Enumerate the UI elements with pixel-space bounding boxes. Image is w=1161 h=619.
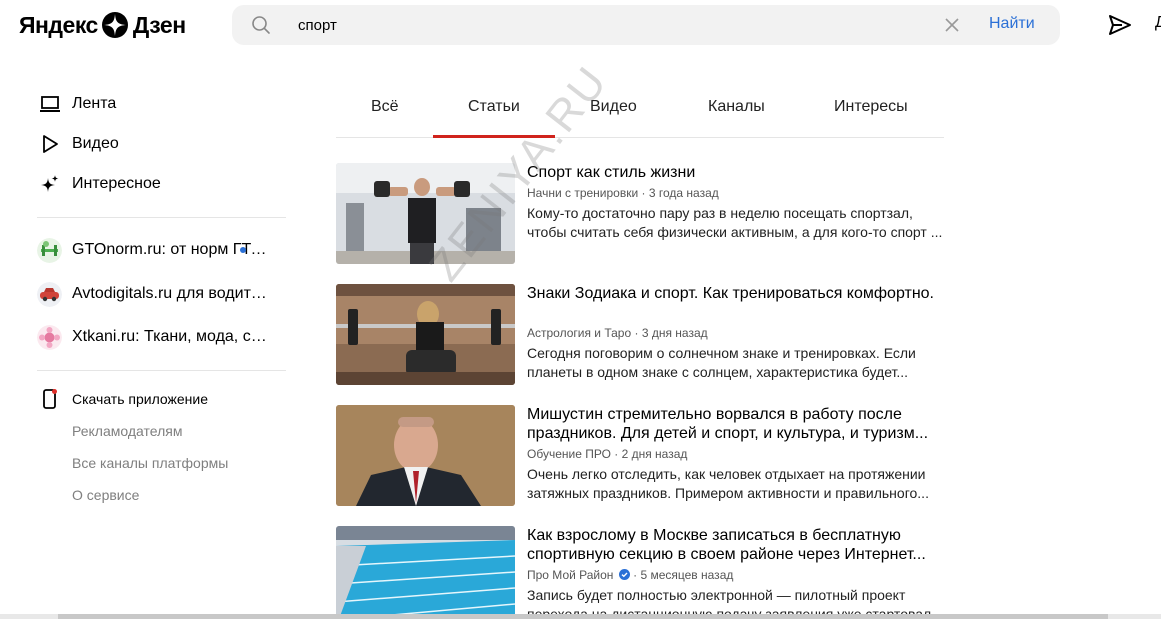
all-channels-link[interactable]: Все каналы платформы — [72, 455, 228, 471]
article-title[interactable]: Мишустин стремительно ворвался в работу … — [527, 405, 947, 443]
article-source[interactable]: Астрология и Таро — [527, 326, 631, 340]
article-thumbnail — [336, 163, 515, 264]
sidebar-channel-xtkani[interactable]: Xtkani.ru: Ткани, мода, стиль — [37, 324, 287, 350]
article-description: Кому-то достаточно пару раз в неделю пос… — [527, 205, 943, 240]
article-source[interactable]: Про Мой Район — [527, 568, 613, 582]
meta-separator: · — [638, 186, 649, 200]
article-source[interactable]: Начни с тренировки — [527, 186, 638, 200]
article-card[interactable]: Спорт как стиль жизни Начни с тренировки… — [336, 163, 946, 265]
article-meta: Обучение ПРО · 2 дня назад — [527, 447, 687, 461]
clear-search-icon[interactable] — [942, 15, 962, 35]
about-service-link[interactable]: О сервисе — [72, 487, 139, 503]
sidebar-item-label: Лента — [72, 95, 117, 112]
article-thumbnail — [336, 405, 515, 506]
sidebar-channel-avtodigitals[interactable]: Avtodigitals.ru для водителей — [37, 281, 287, 307]
tab-interests[interactable]: Интересы — [834, 98, 908, 116]
tab-channels[interactable]: Каналы — [708, 98, 765, 116]
sidebar-channel-gtonorm[interactable]: GTOnorm.ru: от норм ГТО... — [37, 237, 287, 263]
article-title[interactable]: Знаки Зодиака и спорт. Как тренироваться… — [527, 284, 947, 303]
header-cut-off-text: Д — [1155, 14, 1161, 31]
logo-text-right: Дзен — [132, 11, 186, 38]
search-input[interactable] — [298, 13, 918, 37]
meta-separator: · — [610, 447, 622, 461]
advertisers-link[interactable]: Рекламодателям — [72, 423, 182, 439]
article-meta: Астрология и Таро · 3 дня назад — [527, 326, 708, 340]
search-button[interactable]: Найти — [989, 15, 1035, 33]
feed-icon — [39, 93, 61, 115]
channel-avatar — [37, 324, 62, 350]
phone-icon — [43, 389, 57, 409]
article-meta: Про Мой Район · 5 месяцев назад — [527, 568, 733, 582]
article-time: 5 месяцев назад — [640, 568, 734, 582]
active-tab-indicator — [433, 135, 555, 138]
tab-articles[interactable]: Статьи — [468, 98, 520, 116]
article-description: Очень легко отследить, как человек отдых… — [527, 466, 929, 501]
sidebar-item-label: Видео — [72, 135, 119, 152]
sidebar-item-video[interactable]: Видео — [39, 132, 119, 156]
zen-logo-icon — [101, 12, 128, 38]
article-meta: Начни с тренировки · 3 года назад — [527, 186, 719, 200]
article-source[interactable]: Обучение ПРО — [527, 447, 611, 461]
scrollbar-thumb[interactable] — [58, 614, 1108, 619]
sidebar-item-label: Интересное — [72, 175, 161, 192]
yandex-zen-logo[interactable]: Яндекс Дзен — [19, 11, 186, 39]
article-description: Сегодня поговорим о солнечном знаке и тр… — [527, 345, 916, 380]
channel-label: Avtodigitals.ru для водителей — [72, 285, 270, 302]
meta-separator: · — [631, 326, 642, 340]
sparkle-icon — [39, 173, 61, 195]
article-thumbnail — [336, 526, 515, 619]
article-card[interactable]: Знаки Зодиака и спорт. Как тренироваться… — [336, 284, 946, 386]
article-thumbnail — [336, 284, 515, 385]
article-card[interactable]: Мишустин стремительно ворвался в работу … — [336, 405, 946, 507]
sidebar-divider — [37, 370, 286, 371]
sidebar-item-interesting[interactable]: Интересное — [39, 172, 161, 196]
sidebar-divider — [37, 217, 286, 218]
new-content-badge — [240, 247, 246, 253]
article-time: 3 года назад — [648, 186, 719, 200]
article-card[interactable]: Как взрослому в Москве записаться в бесп… — [336, 526, 946, 619]
sidebar-item-feed[interactable]: Лента — [39, 92, 116, 116]
channel-label: Xtkani.ru: Ткани, мода, стиль — [72, 328, 270, 345]
logo-text-left: Яндекс — [19, 11, 98, 38]
channel-avatar — [37, 237, 62, 263]
search-tabs: Всё Статьи Видео Каналы Интересы — [336, 88, 944, 138]
send-icon[interactable] — [1108, 14, 1132, 36]
download-app-link[interactable]: Скачать приложение — [42, 389, 208, 409]
download-app-label: Скачать приложение — [72, 391, 209, 407]
play-icon — [39, 133, 61, 155]
article-title[interactable]: Спорт как стиль жизни — [527, 163, 947, 182]
header: Яндекс Дзен Найти Д — [0, 0, 1161, 50]
article-title[interactable]: Как взрослому в Москве записаться в бесп… — [527, 526, 947, 564]
article-time: 3 дня назад — [641, 326, 708, 340]
channel-avatar — [37, 281, 62, 307]
search-icon — [252, 16, 270, 34]
search-bar: Найти — [232, 5, 1060, 45]
verified-icon — [618, 569, 630, 580]
tab-all[interactable]: Всё — [371, 98, 399, 116]
article-time: 2 дня назад — [621, 447, 688, 461]
tab-video[interactable]: Видео — [590, 98, 637, 116]
